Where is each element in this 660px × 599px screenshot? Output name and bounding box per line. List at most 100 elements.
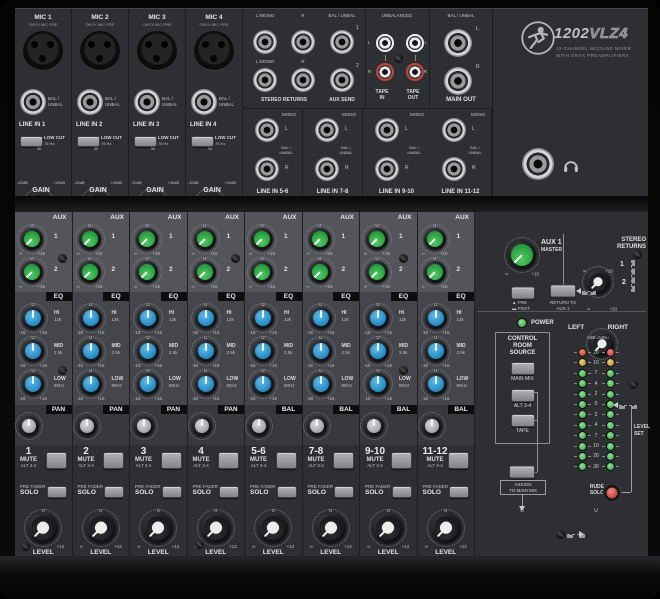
aux-section-label: AUX: [73, 212, 130, 223]
pan-label: BAL: [276, 405, 302, 414]
solo-button[interactable]: [104, 486, 124, 498]
mute-button[interactable]: [391, 452, 412, 469]
aux-send-2-jack: [330, 68, 354, 92]
main-mix-source-button[interactable]: [511, 362, 535, 375]
mic-label: MIC 2: [72, 14, 128, 22]
eq-hi-knob[interactable]: [425, 307, 447, 329]
mute-button[interactable]: [161, 452, 182, 469]
aux-2-knob[interactable]: [251, 261, 273, 283]
solo-button[interactable]: [162, 486, 182, 498]
mute-button[interactable]: [103, 452, 124, 469]
eq-low-knob[interactable]: [252, 373, 274, 395]
mute-button[interactable]: [333, 452, 354, 469]
aux-2-knob[interactable]: [79, 261, 101, 283]
pan-knob[interactable]: [77, 416, 97, 436]
stereo-line-in-block: MONO L BAL /UNBAL R LINE IN 5-6: [243, 109, 303, 198]
eq-mid-knob[interactable]: [137, 340, 159, 362]
eq-mid-knob[interactable]: [310, 340, 332, 362]
line-input-jack: [134, 89, 160, 115]
aux-1-knob[interactable]: [79, 228, 101, 250]
eq-mid-knob[interactable]: [252, 340, 274, 362]
eq-hi-knob[interactable]: [22, 307, 44, 329]
mute-button[interactable]: [46, 452, 67, 469]
eq-mid-knob[interactable]: [195, 340, 217, 362]
level-knob[interactable]: [373, 513, 403, 543]
level-knob[interactable]: [316, 513, 346, 543]
eq-hi-knob[interactable]: [310, 307, 332, 329]
eq-low-knob[interactable]: [195, 373, 217, 395]
eq-mid-knob[interactable]: [80, 340, 102, 362]
pan-knob[interactable]: [192, 416, 212, 436]
level-section: U ∞+12 LEVEL: [303, 508, 360, 562]
aux-1-knob[interactable]: [194, 228, 216, 250]
eq-low-knob[interactable]: [137, 373, 159, 395]
aux-2-knob[interactable]: [194, 261, 216, 283]
solo-button[interactable]: [47, 486, 67, 498]
line-in-pair-label: LINE IN 5-6: [243, 189, 302, 196]
eq-hi-knob[interactable]: [367, 307, 389, 329]
power-led: [517, 318, 527, 328]
pan-knob[interactable]: [249, 416, 269, 436]
tape-source-button[interactable]: [511, 414, 535, 427]
level-knob[interactable]: [143, 513, 173, 543]
channel-number: 9-10: [365, 447, 385, 457]
eq-hi-knob[interactable]: [137, 307, 159, 329]
pan-knob[interactable]: [19, 416, 39, 436]
level-knob[interactable]: [86, 513, 116, 543]
pan-label: BAL: [333, 405, 359, 414]
solo-button[interactable]: [449, 486, 469, 498]
eq-section: EQ U -15+15 HI12k U: [303, 292, 360, 405]
level-section: U ∞+12 LEVEL: [188, 508, 245, 562]
eq-mid-knob[interactable]: [367, 340, 389, 362]
assign-to-main-mix-button[interactable]: [509, 466, 535, 479]
aux-2-knob[interactable]: [136, 261, 158, 283]
aux-1-knob[interactable]: [251, 228, 273, 250]
level-knob[interactable]: [258, 513, 288, 543]
eq-low-knob[interactable]: [80, 373, 102, 395]
onyx-pre-label: ONYX MIC PRE: [72, 22, 128, 27]
meter-row: 4: [570, 380, 622, 387]
aux-1-knob[interactable]: [21, 228, 43, 250]
aux-1-knob[interactable]: [366, 228, 388, 250]
tagline2: WITH ONYX PREAMPLIFIERS: [556, 53, 631, 60]
pre-post-button[interactable]: [511, 287, 535, 300]
aux-2-knob[interactable]: [21, 261, 43, 283]
xlr-mic-input: [194, 31, 234, 71]
solo-button[interactable]: [392, 486, 412, 498]
pan-knob[interactable]: [364, 416, 384, 436]
eq-hi-knob[interactable]: [195, 307, 217, 329]
aux-2-knob[interactable]: [366, 261, 388, 283]
level-knob[interactable]: [28, 513, 58, 543]
level-knob[interactable]: [431, 513, 461, 543]
aux-2-knob[interactable]: [309, 261, 331, 283]
model-name: 1202VLZ4: [554, 25, 628, 42]
aux-1-knob[interactable]: [424, 228, 446, 250]
eq-low-knob[interactable]: [367, 373, 389, 395]
aux1-master-knob[interactable]: [508, 241, 536, 269]
return-to-aux1-button[interactable]: [550, 285, 576, 298]
mute-button[interactable]: [448, 452, 469, 469]
pan-knob[interactable]: [307, 416, 327, 436]
solo-section: PRE FADER SOLO: [15, 480, 72, 508]
mute-button[interactable]: [218, 452, 239, 469]
eq-low-knob[interactable]: [425, 373, 447, 395]
mute-button[interactable]: [276, 452, 297, 469]
screw: [633, 250, 642, 259]
pan-knob[interactable]: [134, 416, 154, 436]
eq-hi-knob[interactable]: [80, 307, 102, 329]
alt34-source-button[interactable]: [511, 389, 535, 402]
solo-button[interactable]: [219, 486, 239, 498]
solo-button[interactable]: [277, 486, 297, 498]
level-knob[interactable]: [201, 513, 231, 543]
aux-1-knob[interactable]: [136, 228, 158, 250]
eq-low-knob[interactable]: [310, 373, 332, 395]
aux-2-knob[interactable]: [424, 261, 446, 283]
eq-mid-knob[interactable]: [425, 340, 447, 362]
aux-1-knob[interactable]: [309, 228, 331, 250]
solo-button[interactable]: [334, 486, 354, 498]
eq-mid-knob[interactable]: [22, 340, 44, 362]
eq-low-knob[interactable]: [22, 373, 44, 395]
pan-knob[interactable]: [422, 416, 442, 436]
channel-strip: AUX U ∞+15 1 U: [130, 212, 188, 556]
eq-hi-knob[interactable]: [252, 307, 274, 329]
